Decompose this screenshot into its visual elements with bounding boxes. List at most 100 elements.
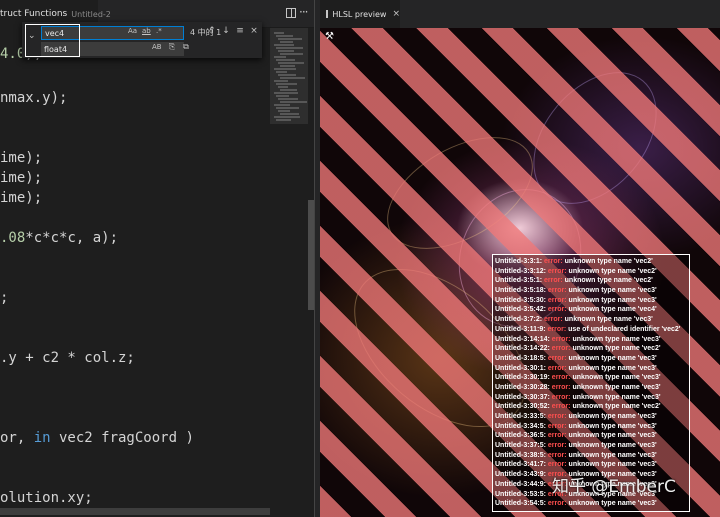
error-keyword: error: — [544, 277, 563, 285]
close-find-icon[interactable]: × — [248, 26, 260, 36]
error-row: Untitled-3:30:37: error: unknown type na… — [495, 393, 687, 403]
replace-one-icon[interactable]: ⎘ — [166, 42, 178, 52]
horizontal-scrollbar[interactable] — [0, 508, 270, 515]
error-message: unknown type name 'vec3' — [568, 500, 657, 508]
error-message: unknown type name 'vec3' — [568, 287, 657, 295]
tools-icon[interactable]: ⚒ — [325, 31, 334, 42]
error-keyword: error: — [551, 335, 571, 343]
minimap-line — [278, 62, 304, 64]
error-keyword: error: — [551, 383, 571, 391]
error-location: Untitled-3:3:12: — [495, 267, 546, 275]
code-line[interactable]: or, in vec2 fragCoord ) — [0, 430, 194, 446]
code-line[interactable]: nmax.y); — [0, 90, 67, 106]
error-message: unknown type name 'vec3' — [568, 296, 657, 304]
previous-match-icon[interactable]: ↑ — [206, 26, 218, 36]
error-message: unknown type name 'vec2' — [564, 277, 653, 285]
error-location: Untitled-3:5:42: — [495, 306, 546, 314]
minimap-line — [276, 119, 291, 121]
code-line[interactable]: olution.xy; — [0, 490, 93, 506]
minimap-line — [276, 71, 287, 73]
error-location: Untitled-3:54:5: — [495, 500, 546, 508]
error-keyword: error: — [547, 364, 567, 372]
error-keyword: error: — [547, 413, 567, 420]
error-keyword: error: — [547, 287, 567, 295]
minimap-line — [280, 113, 299, 115]
error-message: use of undeclared identifier 'vec2' — [568, 325, 681, 333]
error-location: Untitled-3:34:5: — [495, 422, 546, 430]
error-location: Untitled-3:44:9: — [495, 480, 546, 488]
error-message: unknown type name 'vec2' — [572, 345, 661, 353]
error-keyword: error: — [547, 432, 567, 440]
toggle-replace-chevron-icon[interactable]: ⌄ — [28, 31, 38, 41]
error-row: Untitled-3:5:1: error: unknown type name… — [495, 276, 687, 286]
error-row: Untitled-3:38:5: error: unknown type nam… — [495, 451, 687, 461]
error-message: unknown type name 'vec3' — [568, 451, 657, 459]
error-row: Untitled-3:3:12: error: unknown type nam… — [495, 267, 687, 277]
preview-tab[interactable]: HLSL preview × — [320, 0, 400, 28]
error-row: Untitled-3:14:22: error: unknown type na… — [495, 344, 687, 354]
match-case-icon[interactable]: Aa — [128, 27, 137, 35]
minimap-line — [280, 89, 297, 91]
error-location: Untitled-3:30:52: — [495, 403, 550, 411]
error-row: Untitled-3:34:5: error: unknown type nam… — [495, 422, 687, 432]
minimap[interactable] — [270, 28, 308, 517]
error-location: Untitled-3:38:5: — [495, 451, 546, 459]
use-regex-icon[interactable]: .* — [156, 27, 162, 35]
minimap-line — [280, 101, 307, 103]
minimap-line — [276, 47, 303, 49]
minimap-line — [276, 95, 289, 97]
error-keyword: error: — [547, 461, 567, 469]
error-keyword: error: — [551, 345, 571, 353]
match-whole-word-icon[interactable]: ab — [142, 27, 151, 35]
error-keyword: error: — [547, 422, 567, 430]
find-replace-widget: ⌄ Aa ab .* AB 4 中的 1 ↑ ↓ ≡ × ⎘ ⧉ — [22, 22, 262, 58]
error-location: Untitled-3:5:30: — [495, 296, 546, 304]
error-row: Untitled-3:41:7: error: unknown type nam… — [495, 460, 687, 470]
code-line[interactable]: ; — [0, 290, 8, 306]
minimap-line — [274, 92, 298, 94]
error-message: unknown type name 'vec3' — [568, 461, 657, 469]
minimap-line — [274, 104, 290, 106]
close-tab-icon[interactable]: × — [392, 9, 400, 19]
code-text: or, — [0, 430, 34, 446]
code-line[interactable]: .08*c*c*c, a); — [0, 230, 118, 246]
preserve-case-icon[interactable]: AB — [152, 43, 162, 51]
more-actions-icon[interactable]: ··· — [299, 5, 309, 19]
code-line[interactable]: ime); — [0, 190, 42, 206]
error-location: Untitled-3:14:14: — [495, 335, 550, 343]
error-message: unknown type name 'vec3' — [568, 354, 657, 362]
error-keyword: error: — [544, 258, 563, 265]
replace-input[interactable] — [41, 42, 184, 56]
error-keyword: error: — [547, 500, 567, 508]
code-area[interactable]: 4.0);nmax.y);ime);ime);ime);.08*c*c*c, a… — [0, 28, 270, 517]
error-keyword: error: — [551, 393, 571, 401]
error-keyword: error: — [547, 442, 567, 450]
minimap-line — [280, 65, 295, 67]
shader-preview-canvas[interactable]: ⚒ Untitled-3:3:1: error: unknown type na… — [320, 28, 720, 517]
code-keyword: in — [33, 430, 51, 446]
code-text: ime); — [0, 190, 43, 206]
watermark: 知乎 @EmberC — [552, 477, 676, 497]
find-input[interactable] — [41, 26, 184, 40]
error-row: Untitled-3:14:14: error: unknown type na… — [495, 335, 687, 345]
error-keyword: error: — [551, 374, 571, 382]
error-message: unknown type name 'vec3' — [568, 413, 657, 420]
error-location: Untitled-3:53:5: — [495, 490, 546, 498]
error-location: Untitled-3:18:5: — [495, 354, 546, 362]
error-location: Untitled-3:5:1: — [495, 277, 543, 285]
error-location: Untitled-3:37:5: — [495, 442, 546, 450]
code-line[interactable]: .y + c2 * col.z; — [0, 350, 135, 366]
code-line[interactable]: ime); — [0, 150, 42, 166]
split-editor-icon[interactable] — [286, 8, 296, 18]
minimap-line — [276, 83, 297, 85]
error-row: Untitled-3:7:2: error: unknown type name… — [495, 315, 687, 325]
error-message: unknown type name 'vec3' — [572, 335, 661, 343]
replace-all-icon[interactable]: ⧉ — [180, 42, 192, 52]
find-in-selection-icon[interactable]: ≡ — [234, 26, 246, 36]
code-text: ime); — [0, 170, 43, 186]
minimap-line — [280, 77, 305, 79]
code-line[interactable]: ime); — [0, 170, 42, 186]
code-text: nmax.y); — [0, 90, 68, 106]
error-keyword: error: — [544, 316, 563, 324]
next-match-icon[interactable]: ↓ — [220, 26, 232, 36]
